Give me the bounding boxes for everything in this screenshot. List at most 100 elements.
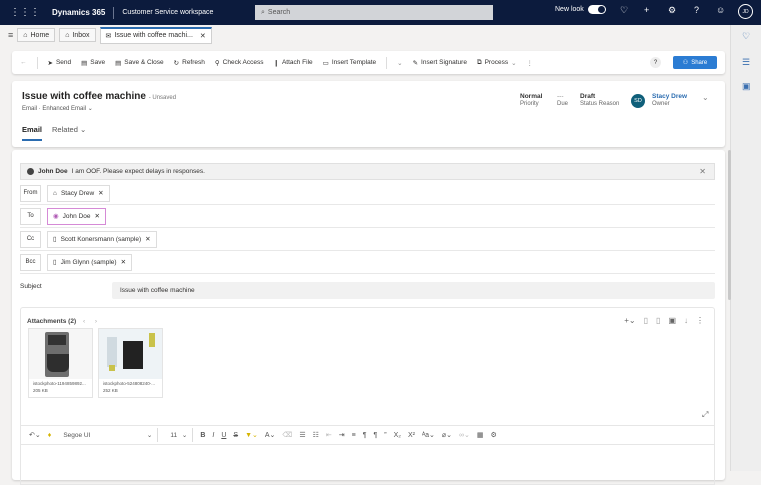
chevron-left-icon[interactable]: ‹ [83,318,85,325]
user-avatar[interactable]: JD [738,4,753,19]
send-button[interactable]: ➤ Send [48,59,72,67]
font-family-select[interactable]: Segoe UI ⌄ [58,428,159,442]
unlink-icon[interactable]: ∞⌄ [459,431,470,439]
chevron-down-icon[interactable]: ⌄ [397,59,402,67]
underline-icon[interactable]: U [221,432,226,439]
undo-icon[interactable]: ↶⌄ [29,431,41,439]
quote-icon[interactable]: ” [384,432,386,439]
link-icon[interactable]: ⌀⌄ [442,431,452,439]
paste-icon[interactable]: ▯ [656,316,660,325]
attachment-name: istockphoto-1194859892... [33,381,86,386]
save-close-button[interactable]: ▤ Save & Close [115,59,164,67]
remove-icon[interactable]: ✕ [95,212,100,220]
tab-related-label: Related [52,125,78,134]
to-recipient[interactable]: ◉ John Doe ✕ [47,207,106,225]
bcc-recipient[interactable]: ▯ Jim Glynn (sample) ✕ [47,253,133,271]
help-button[interactable]: ? [650,57,661,68]
more-commands-icon[interactable]: ⋮ [527,59,534,67]
save-button[interactable]: ▤ Save [81,59,105,67]
expand-editor-icon[interactable]: ⤢ [702,410,708,420]
insert-template-button[interactable]: ▭ Insert Template [323,59,376,67]
gear-icon[interactable]: ⚙ [668,5,676,16]
tab-related[interactable]: Related ⌄ [52,125,86,141]
more-icon[interactable]: ⋮ [696,316,704,325]
process-button[interactable]: ⧉ Process ⌄ [477,59,517,67]
tab-email[interactable]: Email [22,125,43,141]
toggle-switch[interactable] [587,5,606,14]
insert-signature-label: Insert Signature [421,59,467,66]
status-value: Draft [580,93,596,100]
rtl-icon[interactable]: ¶ [373,432,377,439]
back-icon[interactable]: ← [20,59,27,66]
strikethrough-icon[interactable]: S [233,432,238,439]
refresh-button[interactable]: ↻ Refresh [174,59,205,67]
decrease-indent-icon[interactable]: ⇤ [326,431,332,439]
lightbulb-icon[interactable]: ♡ [620,5,628,16]
clear-format-icon[interactable]: ⌫ [282,431,292,439]
remove-icon[interactable]: ✕ [145,235,150,243]
bcc-label: Bcc [20,253,41,271]
form-selector[interactable]: Enhanced Email [42,106,86,112]
text-case-icon[interactable]: ᴬa⌄ [422,431,435,439]
table-icon[interactable]: ▦ [477,431,484,439]
remove-icon[interactable]: ✕ [121,258,126,266]
copy-icon[interactable]: ▯ [644,316,648,325]
knowledge-icon[interactable]: ☰ [742,57,750,68]
chevron-down-icon[interactable]: ⌄ [702,93,709,102]
font-size-select[interactable]: 11 ⌄ [165,428,194,442]
font-color-icon[interactable]: A⌄ [265,431,276,439]
tab-inbox[interactable]: ⌂ Inbox [59,28,96,42]
highlight-color-icon[interactable]: ▼⌄ [245,431,258,439]
search-placeholder: Search [267,9,291,16]
menu-icon[interactable]: ≡ [8,30,13,40]
owner-avatar: SD [631,94,645,108]
search-input[interactable]: ⌕ Search [255,5,493,20]
from-recipient[interactable]: ⌂ Stacy Drew ✕ [47,184,110,202]
share-button[interactable]: ⚇ Share [673,56,717,69]
app-launcher-icon[interactable]: ⋮⋮⋮ [10,7,40,18]
feedback-icon[interactable]: ☺ [716,5,725,15]
attachment-item[interactable]: istockphoto-524808240-... 252 KB [98,328,163,398]
paperclip-icon: ❙ [273,59,279,67]
add-icon[interactable]: +⌄ [624,316,635,325]
attach-file-button[interactable]: ❙ Attach File [273,59,312,67]
scrollbar[interactable] [728,150,731,300]
select-all-icon[interactable]: ▣ [668,316,676,325]
increase-indent-icon[interactable]: ⇥ [339,431,345,439]
chevron-down-icon: ⌄ [511,59,517,67]
numbered-list-icon[interactable]: ☷ [313,431,319,439]
subject-input[interactable]: Issue with coffee machine [112,282,715,299]
subscript-icon[interactable]: X₂ [394,432,401,439]
chevron-right-icon[interactable]: › [95,318,97,325]
new-look-toggle[interactable]: New look [555,5,606,14]
close-icon[interactable]: ✕ [200,32,206,40]
help-icon[interactable]: ? [694,5,699,15]
attachment-item[interactable]: istockphoto-1194859892... 205 KB [28,328,93,398]
close-icon[interactable]: ✕ [699,167,706,176]
tab-email[interactable]: ✉ Issue with coffee machi... ✕ [99,26,212,44]
plus-icon[interactable]: + [644,5,649,15]
ltr-icon[interactable]: ¶ [363,432,367,439]
workspace-name[interactable]: Customer Service workspace [122,9,213,16]
email-body-editor[interactable] [20,445,715,485]
cc-recipient[interactable]: ▯ Scott Konersmann (sample) ✕ [47,230,157,248]
check-access-button[interactable]: ⚲ Check Access [215,59,264,67]
italic-icon[interactable]: I [212,432,214,439]
insert-signature-button[interactable]: ✎ Insert Signature [413,59,467,67]
contact-card-icon: ▯ [53,259,57,266]
bullet-list-icon[interactable]: ☰ [299,431,305,439]
tab-home[interactable]: ⌂ Home [17,28,56,42]
owner-name[interactable]: Stacy Drew [652,93,687,100]
download-icon[interactable]: ↓ [684,316,688,325]
settings-icon[interactable]: ⚙ [491,431,497,439]
save-close-icon: ▤ [115,59,122,67]
align-icon[interactable]: ≡ [352,432,356,439]
bold-icon[interactable]: B [200,432,205,439]
remove-icon[interactable]: ✕ [98,189,103,197]
superscript-icon[interactable]: X² [408,432,415,439]
record-header: Issue with coffee machine - Unsaved Emai… [12,81,725,147]
highlight-icon[interactable]: ♦ [48,432,52,439]
book-icon[interactable]: ▣ [742,81,751,92]
brand-name[interactable]: Dynamics 365 [52,8,105,17]
lightbulb-icon[interactable]: ♡ [742,31,750,42]
